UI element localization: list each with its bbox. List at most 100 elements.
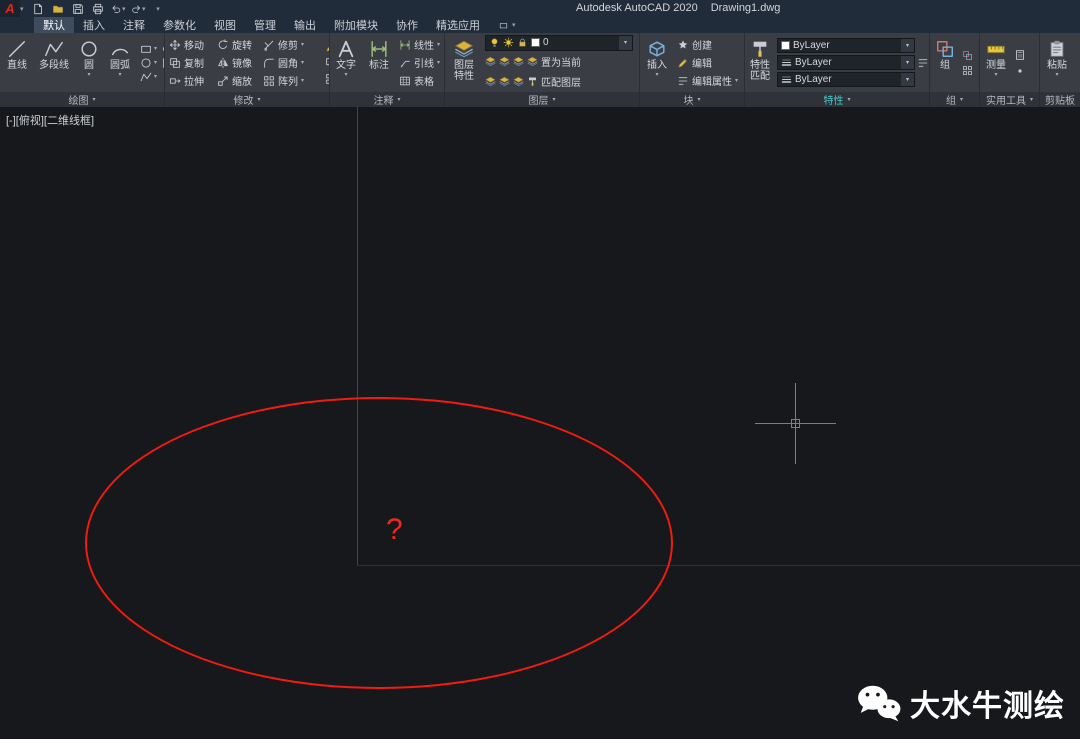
- print-button[interactable]: [91, 1, 106, 16]
- layer-tool-icon[interactable]: [485, 76, 496, 87]
- layer-color-swatch[interactable]: [531, 38, 540, 47]
- panel-title-clipboard[interactable]: 剪贴板: [1040, 92, 1080, 107]
- group-button[interactable]: 组: [930, 33, 960, 92]
- new-file-button[interactable]: [31, 1, 46, 16]
- panel-title-draw[interactable]: 绘图▾: [0, 92, 165, 107]
- layer-tool-icon[interactable]: [513, 76, 524, 87]
- scale-button[interactable]: 缩放: [217, 72, 263, 90]
- linear-dimension-button[interactable]: 线性▾: [399, 36, 440, 54]
- create-block-button[interactable]: 创建: [677, 36, 738, 54]
- tab-insert[interactable]: 插入: [74, 17, 114, 33]
- layer-tool-icon[interactable]: [513, 56, 524, 67]
- panel-title-modify-label: 修改: [233, 92, 253, 107]
- edit-block-button[interactable]: 编辑: [677, 54, 738, 72]
- leader-button[interactable]: 引线▾: [399, 54, 440, 72]
- chevron-down-icon[interactable]: ▾: [20, 5, 24, 13]
- layer-on-bulb-icon[interactable]: [489, 37, 500, 48]
- make-current-button[interactable]: 置为当前: [527, 53, 581, 71]
- tab-collaborate[interactable]: 协作: [387, 17, 427, 33]
- chevron-down-icon[interactable]: ▾: [901, 73, 914, 86]
- lineweight-icon: [781, 57, 792, 68]
- tab-output[interactable]: 输出: [285, 17, 325, 33]
- trim-label: 修剪: [278, 37, 298, 52]
- dimension-button[interactable]: 标注: [362, 33, 396, 92]
- layer-tool-icon[interactable]: [499, 56, 510, 67]
- panel-title-properties[interactable]: 特性▾: [745, 92, 930, 107]
- panel-title-utilities[interactable]: 实用工具▾: [980, 92, 1040, 107]
- panel-title-block[interactable]: 块▾: [640, 92, 745, 107]
- text-button[interactable]: 文字 ▾: [330, 33, 362, 92]
- chevron-down-icon[interactable]: ▾: [901, 56, 914, 69]
- chevron-down-icon[interactable]: ▾: [619, 36, 632, 50]
- tab-annotate[interactable]: 注释: [114, 17, 154, 33]
- layer-properties-icon: [454, 38, 474, 60]
- trim-button[interactable]: 修剪▾: [263, 36, 323, 54]
- rotate-button[interactable]: 旋转: [217, 36, 263, 54]
- paste-button[interactable]: 粘贴 ▾: [1040, 33, 1074, 92]
- tab-manage[interactable]: 管理: [245, 17, 285, 33]
- paste-icon: [1047, 38, 1067, 60]
- quick-calc-icon[interactable]: [1014, 49, 1026, 61]
- tab-featured-apps[interactable]: 精选应用: [427, 17, 489, 33]
- circle-button[interactable]: 圆 ▾: [74, 33, 104, 92]
- rectangle-button[interactable]: ▾: [140, 43, 157, 55]
- customize-quick-access-button[interactable]: ▾: [151, 1, 166, 16]
- spline-button[interactable]: ▾: [140, 71, 157, 83]
- layer-select-dropdown[interactable]: 0 ▾: [485, 35, 633, 51]
- question-mark-annotation[interactable]: ?: [386, 513, 403, 547]
- edit-attributes-button[interactable]: 编辑属性▾: [677, 72, 738, 90]
- table-button[interactable]: 表格: [399, 72, 440, 90]
- id-point-icon[interactable]: [1014, 65, 1026, 77]
- save-button[interactable]: [71, 1, 86, 16]
- mirror-button[interactable]: 镜像: [217, 54, 263, 72]
- drawn-ellipse[interactable]: [85, 397, 673, 689]
- lineweight-dropdown[interactable]: ByLayer ▾: [777, 55, 915, 70]
- layer-lock-icon[interactable]: [517, 37, 528, 48]
- layer-properties-label-1: 图层: [454, 60, 474, 71]
- match-layer-button[interactable]: 匹配图层: [527, 73, 581, 91]
- tab-addins[interactable]: 附加模块: [325, 17, 387, 33]
- ungroup-icon[interactable]: [962, 50, 973, 61]
- move-button[interactable]: 移动: [169, 36, 217, 54]
- ribbon-style-icon[interactable]: [499, 21, 508, 30]
- linetype-dropdown[interactable]: ByLayer ▾: [777, 72, 915, 87]
- chevron-down-icon: ▾: [301, 77, 304, 84]
- paste-label: 粘贴: [1047, 60, 1067, 71]
- properties-list-icon[interactable]: [917, 57, 929, 69]
- undo-button[interactable]: ▾: [111, 1, 126, 16]
- open-file-button[interactable]: [51, 1, 66, 16]
- object-color-dropdown[interactable]: ByLayer ▾: [777, 38, 915, 53]
- measure-button[interactable]: 测量 ▾: [980, 33, 1012, 92]
- panel-title-layers[interactable]: 图层▾: [445, 92, 640, 107]
- tab-view[interactable]: 视图: [205, 17, 245, 33]
- chevron-down-icon[interactable]: ▾: [901, 39, 914, 52]
- arc-button[interactable]: 圆弧 ▾: [104, 33, 136, 92]
- autocad-logo-icon[interactable]: A: [0, 0, 20, 17]
- fillet-button[interactable]: 圆角▾: [263, 54, 323, 72]
- tab-home[interactable]: 默认: [34, 17, 74, 33]
- insert-block-button[interactable]: 插入 ▾: [640, 33, 674, 92]
- layer-tool-icon[interactable]: [485, 56, 496, 67]
- viewport-controls[interactable]: [-][俯视][二维线框]: [6, 112, 94, 128]
- array-button[interactable]: 阵列▾: [263, 72, 323, 90]
- tab-parametric[interactable]: 参数化: [154, 17, 205, 33]
- wechat-icon: [856, 684, 902, 722]
- polyline-button[interactable]: 多段线: [34, 33, 74, 92]
- chevron-down-icon[interactable]: ▾: [512, 21, 516, 29]
- layer-properties-button[interactable]: 图层 特性: [445, 33, 483, 92]
- copy-button[interactable]: 复制: [169, 54, 217, 72]
- drawing-canvas[interactable]: [-][俯视][二维线框] ? 大水牛测绘: [0, 107, 1080, 739]
- circle-icon: [140, 57, 152, 69]
- circle-tool-button[interactable]: ▾: [140, 57, 157, 69]
- fillet-icon: [263, 57, 275, 69]
- panel-title-groups[interactable]: 组▾: [930, 92, 980, 107]
- stretch-button[interactable]: 拉伸: [169, 72, 217, 90]
- match-properties-button[interactable]: 特性 匹配: [745, 33, 775, 92]
- panel-title-annotation[interactable]: 注释▾: [330, 92, 445, 107]
- layer-freeze-sun-icon[interactable]: [503, 37, 514, 48]
- panel-title-modify[interactable]: 修改▾: [165, 92, 330, 107]
- group-edit-icon[interactable]: [962, 65, 973, 76]
- redo-button[interactable]: ▾: [131, 1, 146, 16]
- layer-tool-icon[interactable]: [499, 76, 510, 87]
- line-button[interactable]: 直线: [0, 33, 34, 92]
